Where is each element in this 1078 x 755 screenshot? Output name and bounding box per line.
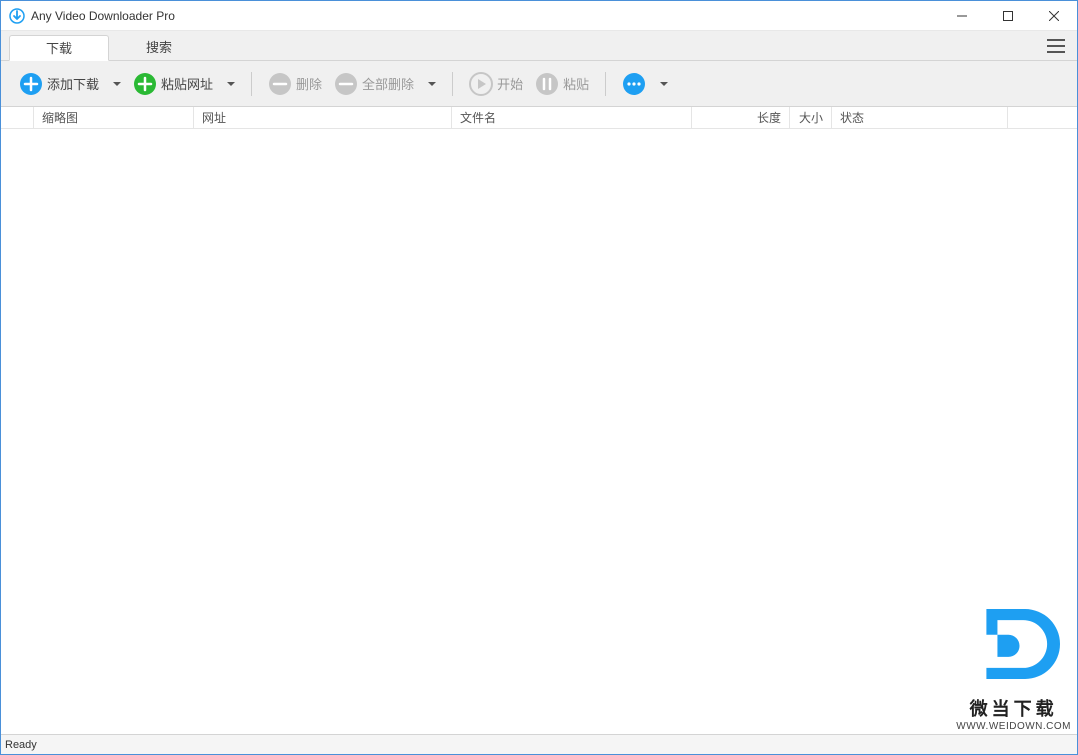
separator: [251, 72, 252, 96]
col-rest[interactable]: [1007, 107, 1077, 128]
watermark-name: 微当下载: [956, 695, 1071, 721]
add-download-label: 添加下载: [47, 74, 99, 93]
paste-url-button[interactable]: 粘贴网址: [127, 68, 219, 100]
maximize-button[interactable]: [985, 1, 1031, 30]
close-button[interactable]: [1031, 1, 1077, 30]
play-icon: [469, 72, 493, 96]
plus-green-icon: [133, 72, 157, 96]
toolbar: 添加下载 粘贴网址 删除 全部删除 开: [1, 61, 1077, 107]
separator: [605, 72, 606, 96]
minus-icon: [334, 72, 358, 96]
table-header: 缩略图 网址 文件名 长度 大小 状态: [1, 107, 1077, 129]
chevron-down-icon: [227, 80, 235, 88]
app-icon: [9, 8, 25, 24]
statusbar: Ready: [1, 734, 1077, 754]
tab-search[interactable]: 搜索: [109, 34, 209, 60]
more-button[interactable]: [616, 68, 652, 100]
delete-all-button[interactable]: 全部删除: [328, 68, 420, 100]
content-area: [1, 129, 1077, 734]
pause-icon: [535, 72, 559, 96]
delete-label: 删除: [296, 74, 322, 93]
maximize-icon: [1003, 11, 1013, 21]
more-dropdown[interactable]: [652, 76, 674, 92]
watermark: 微当下载 WWW.WEIDOWN.COM: [956, 598, 1071, 732]
add-download-button[interactable]: 添加下载: [13, 68, 105, 100]
col-size[interactable]: 大小: [789, 107, 831, 128]
col-thumbnail[interactable]: 缩略图: [33, 107, 193, 128]
start-button[interactable]: 开始: [463, 68, 529, 100]
chevron-down-icon: [428, 80, 436, 88]
tab-download[interactable]: 下载: [9, 35, 109, 61]
paste-button[interactable]: 粘贴: [529, 68, 595, 100]
window-controls: [939, 1, 1077, 30]
window-title: Any Video Downloader Pro: [31, 9, 939, 23]
delete-button[interactable]: 删除: [262, 68, 328, 100]
tab-bar: 下载 搜索: [1, 31, 1077, 61]
minimize-icon: [957, 11, 967, 21]
status-text: Ready: [5, 739, 37, 751]
more-icon: [622, 72, 646, 96]
watermark-url: WWW.WEIDOWN.COM: [956, 721, 1071, 732]
delete-all-dropdown[interactable]: [420, 76, 442, 92]
col-length[interactable]: 长度: [691, 107, 789, 128]
hamburger-icon: [1047, 39, 1065, 53]
col-status[interactable]: 状态: [831, 107, 1007, 128]
start-label: 开始: [497, 74, 523, 93]
minus-icon: [268, 72, 292, 96]
menu-button[interactable]: [1043, 35, 1069, 62]
add-download-dropdown[interactable]: [105, 76, 127, 92]
minimize-button[interactable]: [939, 1, 985, 30]
col-blank[interactable]: [1, 107, 33, 128]
delete-all-label: 全部删除: [362, 74, 414, 93]
watermark-logo-icon: [968, 598, 1060, 690]
separator: [452, 72, 453, 96]
plus-icon: [19, 72, 43, 96]
paste-url-dropdown[interactable]: [219, 76, 241, 92]
paste-label: 粘贴: [563, 74, 589, 93]
chevron-down-icon: [113, 80, 121, 88]
col-url[interactable]: 网址: [193, 107, 451, 128]
chevron-down-icon: [660, 80, 668, 88]
paste-url-label: 粘贴网址: [161, 74, 213, 93]
col-filename[interactable]: 文件名: [451, 107, 691, 128]
titlebar: Any Video Downloader Pro: [1, 1, 1077, 31]
close-icon: [1049, 11, 1059, 21]
